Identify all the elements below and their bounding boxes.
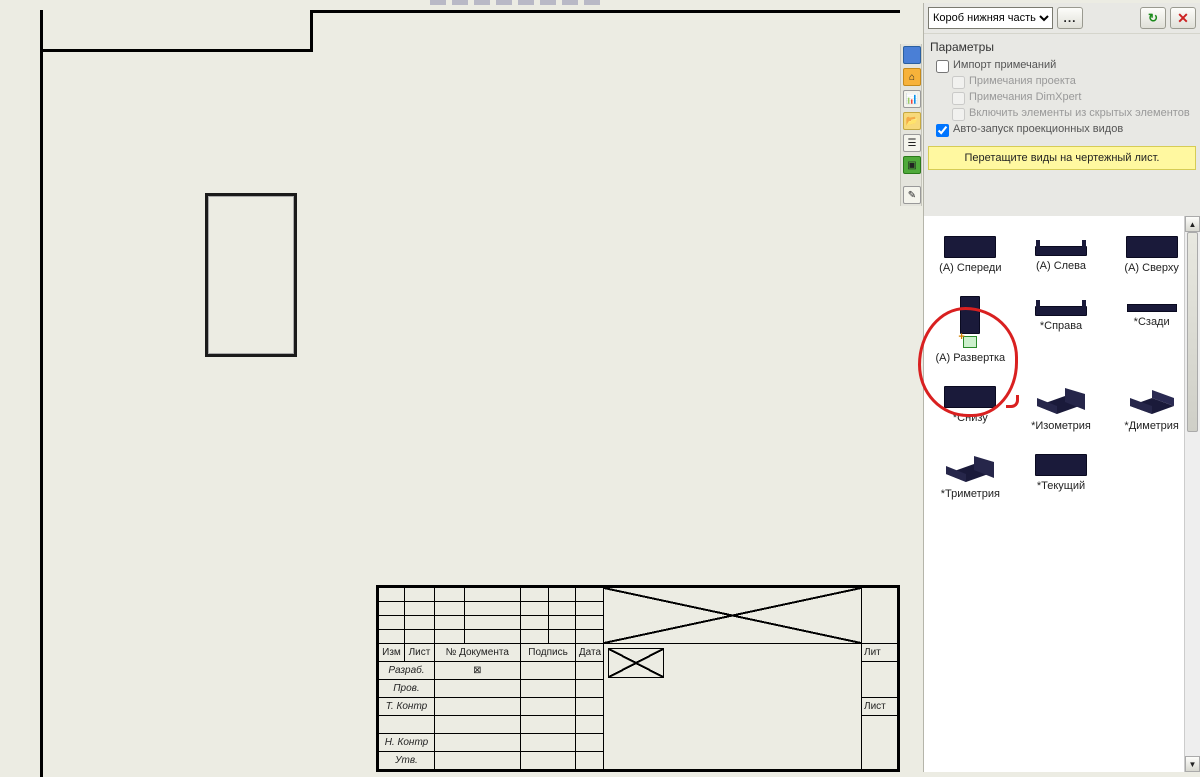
import-notes-checkbox[interactable] xyxy=(936,60,949,73)
placed-view-rectangle[interactable] xyxy=(205,193,297,357)
side-toolbar: ⌂ 📊 📂 ☰ ▣ ✎ xyxy=(900,44,922,206)
view-tile[interactable]: *Изометрия xyxy=(1017,382,1106,436)
th-date: Дата xyxy=(576,644,604,662)
home-icon[interactable]: ⌂ xyxy=(903,68,921,86)
view-label: (A) Слева xyxy=(1036,260,1086,272)
view-label: *Справа xyxy=(1040,320,1082,332)
commands-icon[interactable]: ✎ xyxy=(903,186,921,204)
role-prov: Пров. xyxy=(379,680,435,698)
role-utv: Утв. xyxy=(379,752,435,770)
flat-pattern-icon xyxy=(963,336,977,348)
view-tile[interactable]: *Текущий xyxy=(1017,450,1106,504)
view-tile[interactable]: *Триметрия xyxy=(926,450,1015,504)
auto-launch-label: Авто-запуск проекционных видов xyxy=(953,123,1123,135)
import-notes-label: Импорт примечаний xyxy=(953,59,1056,71)
close-button[interactable]: ✕ xyxy=(1170,7,1196,29)
dimxpert-notes-label: Примечания DimXpert xyxy=(969,91,1081,103)
view-tile[interactable]: (A) Развертка xyxy=(926,292,1015,368)
tree-icon[interactable]: ☰ xyxy=(903,134,921,152)
view-label: *Сзади xyxy=(1134,316,1170,328)
hidden-elems-label: Включить элементы из скрытых элементов xyxy=(969,107,1190,119)
sheet-border xyxy=(40,10,43,777)
view-label: (A) Спереди xyxy=(939,262,1001,274)
auto-launch-checkbox[interactable] xyxy=(936,124,949,137)
sheet-top-cutout xyxy=(40,10,313,52)
view-tile[interactable]: *Сзади xyxy=(1107,292,1196,368)
view-label: *Снизу xyxy=(953,412,988,424)
project-notes-checkbox xyxy=(952,76,965,89)
scroll-down-button[interactable]: ▼ xyxy=(1185,756,1200,772)
project-notes-label: Примечания проекта xyxy=(969,75,1076,87)
stats-icon[interactable]: 📊 xyxy=(903,90,921,108)
parameters-section: Параметры Импорт примечаний Примечания п… xyxy=(924,33,1200,146)
browse-button[interactable]: ... xyxy=(1057,7,1083,29)
refresh-button[interactable]: ↻ xyxy=(1140,7,1166,29)
project-notes-check[interactable]: Примечания проекта xyxy=(930,74,1194,90)
role-tkontr: Т. Контр xyxy=(379,698,435,716)
dimxpert-notes-check[interactable]: Примечания DimXpert xyxy=(930,90,1194,106)
th-izm: Изм xyxy=(379,644,405,662)
view-tile[interactable]: *Справа xyxy=(1017,292,1106,368)
th-sign: Подпись xyxy=(520,644,576,662)
role-nkontr: Н. Контр xyxy=(379,734,435,752)
dimxpert-notes-checkbox xyxy=(952,92,965,105)
display-states-icon[interactable] xyxy=(903,46,921,64)
x-icon: ⊠ xyxy=(434,662,520,680)
view-selector-icon[interactable]: ▣ xyxy=(903,156,921,174)
view-tile[interactable]: *Снизу xyxy=(926,382,1015,436)
views-scrollbar[interactable]: ▲ ▼ xyxy=(1184,216,1200,772)
parameters-title: Параметры xyxy=(930,40,1194,54)
th-list-right: Лист xyxy=(862,698,898,716)
import-notes-check[interactable]: Импорт примечаний xyxy=(930,58,1194,74)
hidden-elems-checkbox xyxy=(952,108,965,121)
title-block: Изм Лист № Документа Подпись Дата Лит Ра… xyxy=(376,585,900,772)
view-label: *Диметрия xyxy=(1124,420,1178,432)
view-label: *Изометрия xyxy=(1031,420,1091,432)
view-label: *Текущий xyxy=(1037,480,1085,492)
open-folder-icon[interactable]: 📂 xyxy=(903,112,921,130)
hidden-elems-check[interactable]: Включить элементы из скрытых элементов xyxy=(930,106,1194,122)
drag-hint-banner: Перетащите виды на чертежный лист. xyxy=(928,146,1196,170)
view-label: *Триметрия xyxy=(941,488,1000,500)
view-label: (A) Развертка xyxy=(936,352,1006,364)
auto-launch-check[interactable]: Авто-запуск проекционных видов xyxy=(930,122,1194,138)
view-tile[interactable]: (A) Спереди xyxy=(926,232,1015,278)
view-tile[interactable]: *Диметрия xyxy=(1107,382,1196,436)
part-config-select[interactable]: Короб нижняя часть xyxy=(928,7,1053,29)
view-tile[interactable]: (A) Сверху xyxy=(1107,232,1196,278)
scroll-up-button[interactable]: ▲ xyxy=(1185,216,1200,232)
th-list: Лист xyxy=(404,644,434,662)
task-panel: Короб нижняя часть ... ↻ ✕ Параметры Имп… xyxy=(923,3,1200,772)
scroll-thumb[interactable] xyxy=(1187,232,1198,432)
th-doc: № Документа xyxy=(434,644,520,662)
view-tile[interactable]: (A) Слева xyxy=(1017,232,1106,278)
view-label: (A) Сверху xyxy=(1124,262,1179,274)
panel-top-row: Короб нижняя часть ... ↻ ✕ xyxy=(924,3,1200,33)
drawing-canvas[interactable]: Изм Лист № Документа Подпись Дата Лит Ра… xyxy=(0,5,900,772)
th-lit: Лит xyxy=(862,644,898,662)
role-razrab: Разраб. xyxy=(379,662,435,680)
views-palette: (A) Спереди (A) Слева (A) Сверху (A) Развер… xyxy=(924,216,1198,772)
